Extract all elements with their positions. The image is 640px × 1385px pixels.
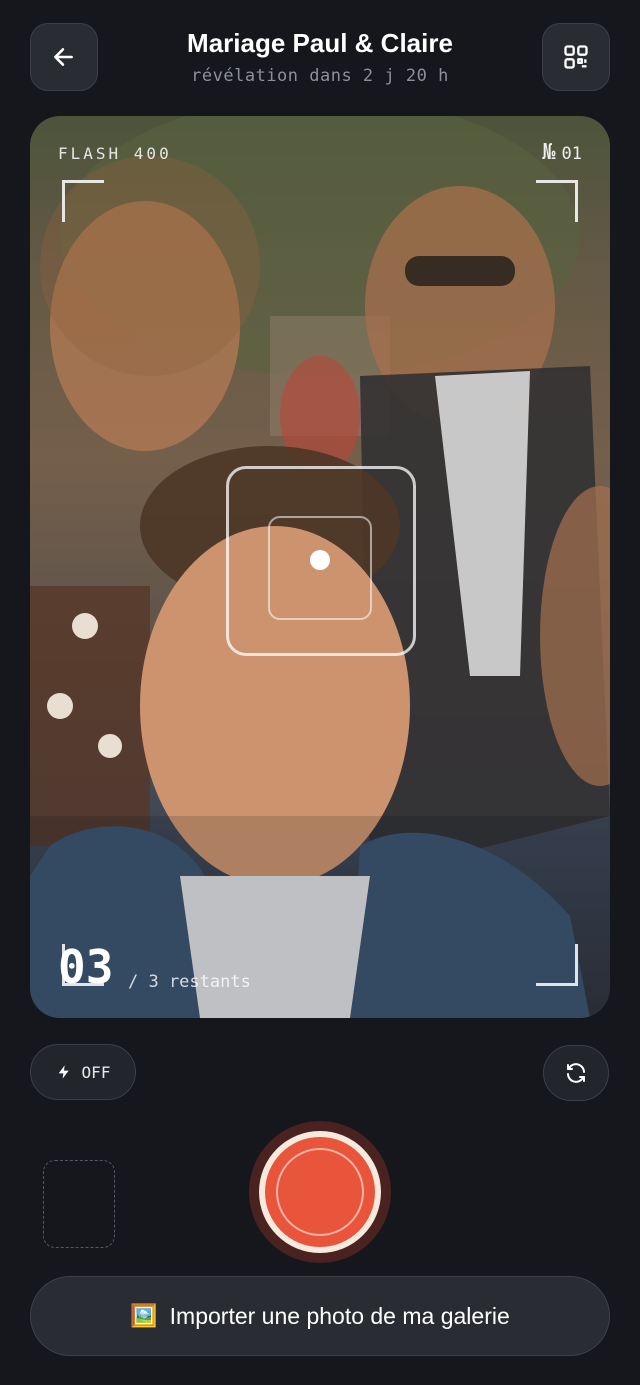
camera-viewfinder[interactable]: FLASH 400 № 01 03 / 3 restants (30, 116, 610, 1018)
reveal-countdown: révélation dans 2 j 20 h (191, 66, 449, 86)
film-type-label: FLASH 400 (58, 144, 172, 163)
last-photo-thumbnail[interactable] (43, 1160, 115, 1248)
qr-code-button[interactable] (542, 23, 610, 91)
flip-camera-button[interactable] (543, 1045, 609, 1101)
arrow-left-icon (54, 48, 73, 66)
shots-remaining-label: / 3 restants (128, 972, 251, 992)
flash-toggle-button[interactable]: OFF (30, 1044, 136, 1100)
back-button[interactable] (30, 23, 98, 91)
frame-number-value: 01 (561, 144, 582, 164)
framed-picture-icon: 🖼️ (130, 1303, 158, 1328)
frame-corner-top-left (62, 180, 104, 222)
frame-corner-bottom-right (536, 944, 578, 986)
focus-point (310, 550, 330, 570)
shutter-core (265, 1137, 375, 1247)
shutter-body (259, 1131, 381, 1253)
shutter-button[interactable] (249, 1121, 391, 1263)
frame-number-symbol: № (542, 140, 556, 165)
event-title: Mariage Paul & Claire (187, 28, 453, 58)
qr-code-icon (564, 45, 588, 69)
shots-count: 03 (58, 940, 114, 994)
refresh-camera-icon (567, 1063, 585, 1083)
import-from-gallery-button[interactable]: 🖼️ Importer une photo de ma galerie (30, 1276, 610, 1356)
flash-state-label: OFF (81, 1062, 111, 1082)
frame-corner-top-right (536, 180, 578, 222)
shutter-inner-ring (276, 1148, 364, 1236)
import-label: Importer une photo de ma galerie (169, 1302, 510, 1329)
lightning-icon (58, 1065, 69, 1079)
frame-number: № 01 (542, 140, 582, 165)
